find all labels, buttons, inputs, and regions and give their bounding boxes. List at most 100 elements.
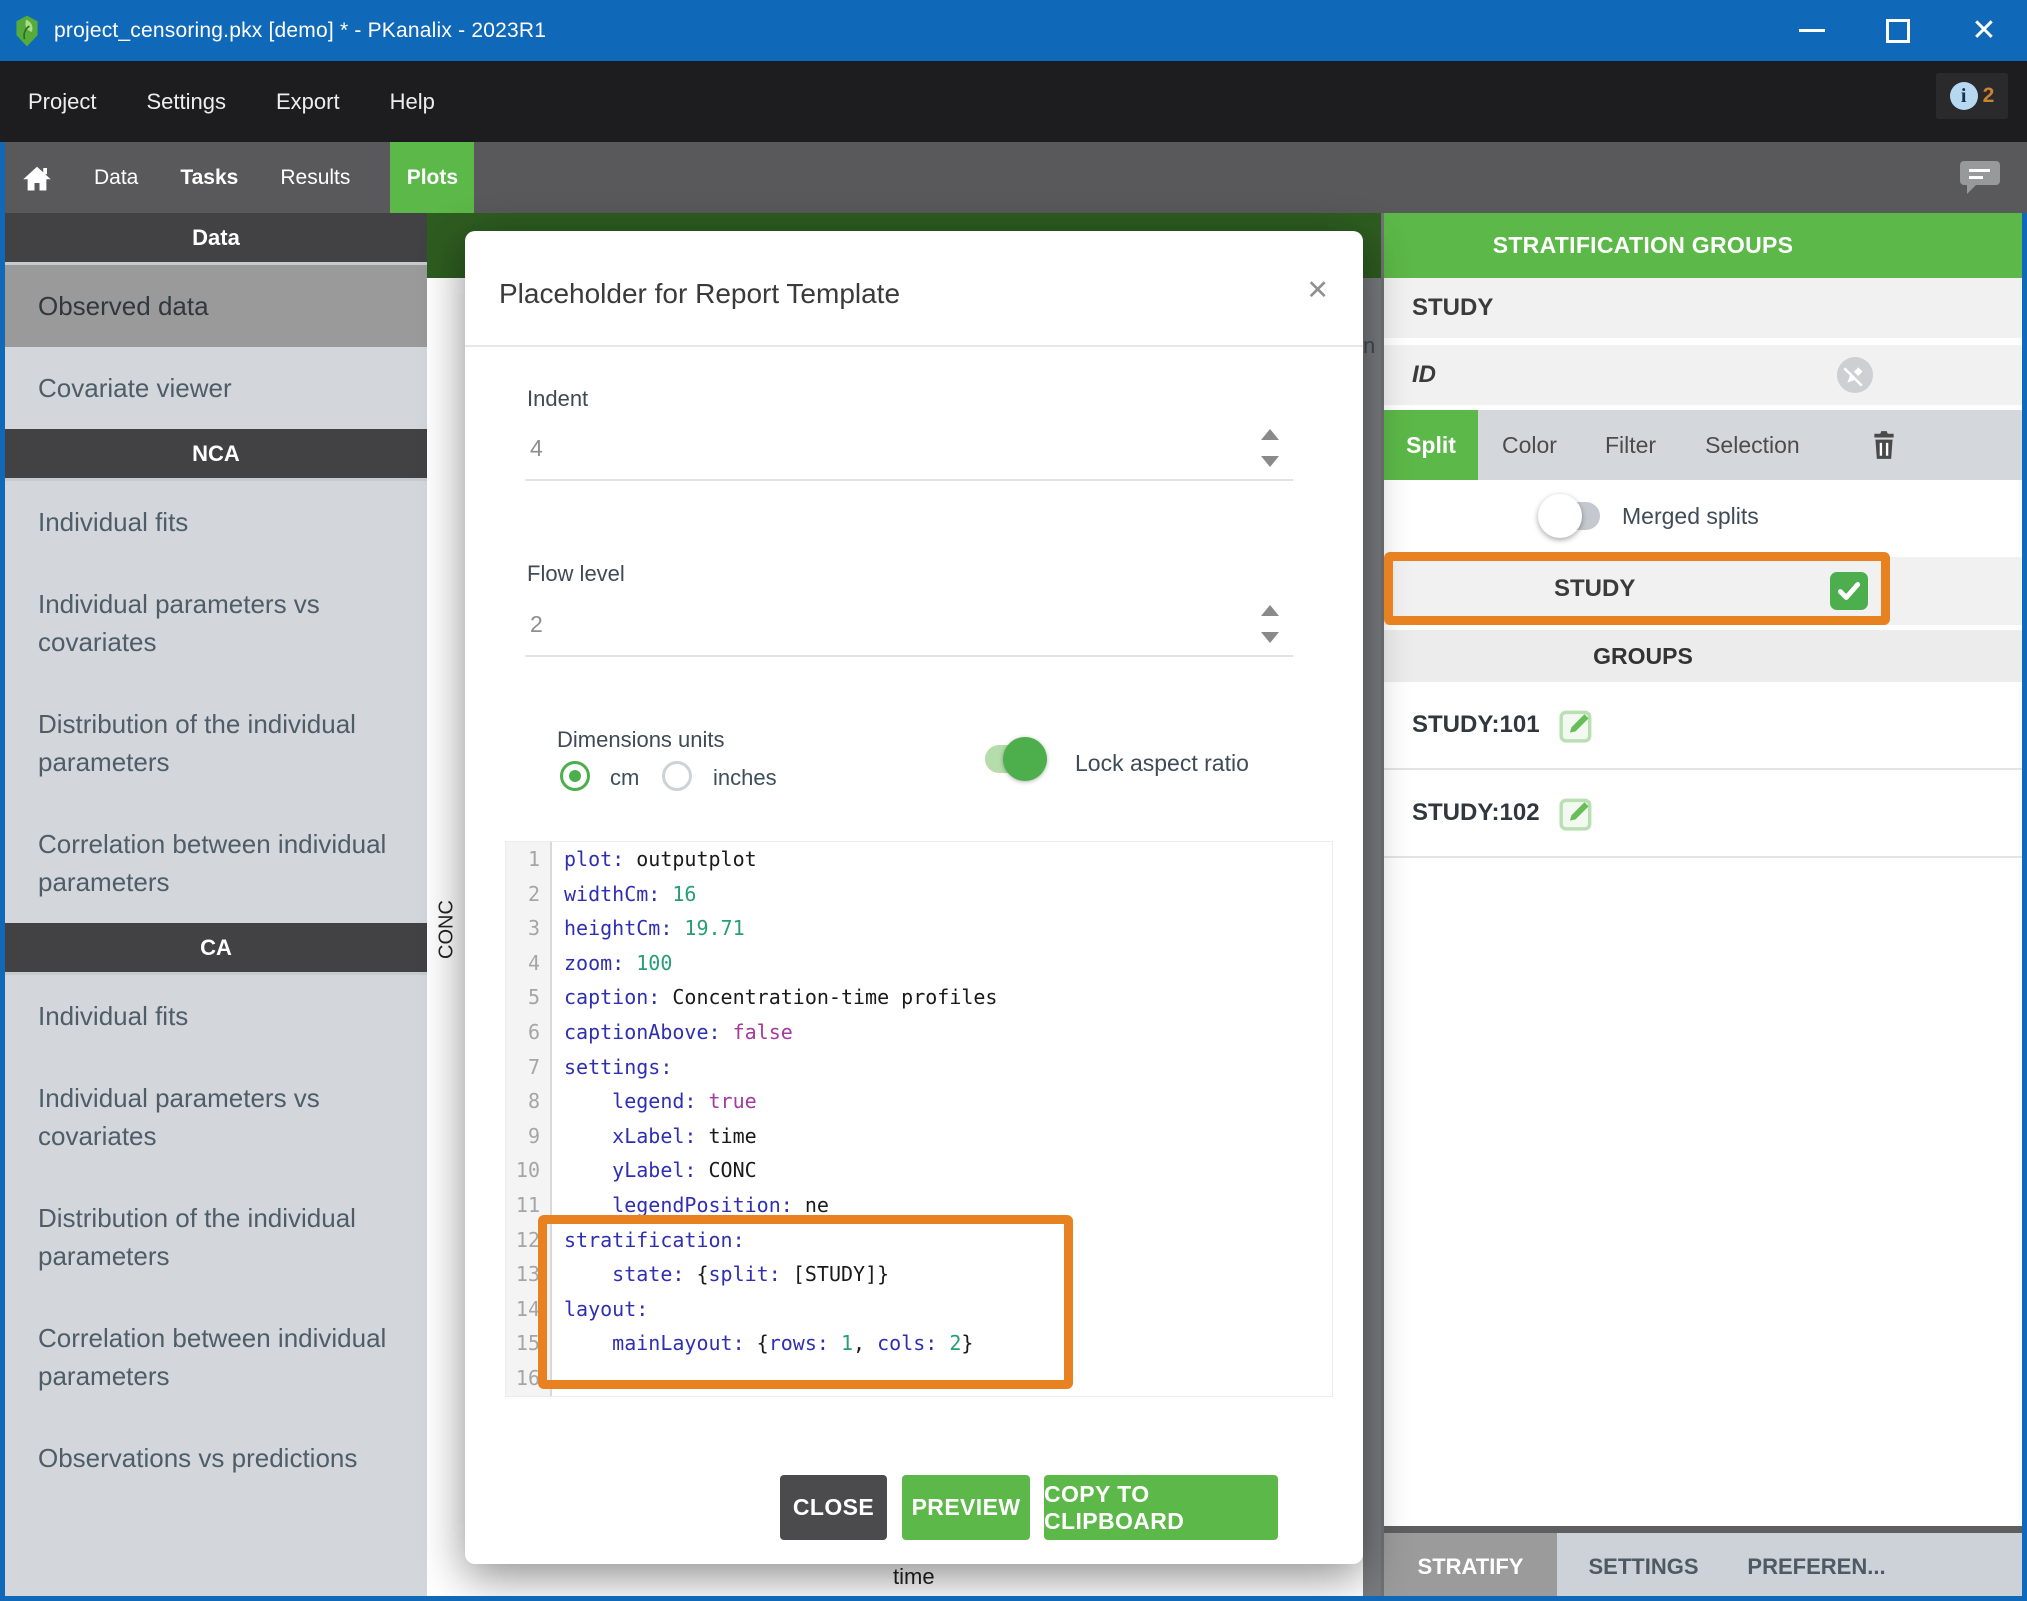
flow-level-label: Flow level <box>527 561 625 587</box>
flow-level-step-down-icon[interactable] <box>1261 632 1279 643</box>
indent-value[interactable]: 4 <box>530 435 543 462</box>
indent-step-down-icon[interactable] <box>1261 456 1279 467</box>
title-bar: project_censoring.pkx [demo] * - PKanali… <box>0 0 2027 61</box>
modal-title: Placeholder for Report Template <box>499 278 900 310</box>
line-number: 4 <box>506 946 552 981</box>
sidebar-item-correlation-between-individual-parameters[interactable]: Correlation between individual parameter… <box>5 1297 427 1417</box>
tab-plots[interactable]: Plots <box>390 142 474 213</box>
indent-stepper[interactable] <box>1261 429 1279 481</box>
edit-pencil-icon[interactable] <box>1558 706 1596 744</box>
indent-step-up-icon[interactable] <box>1261 429 1279 440</box>
flow-level-value[interactable]: 2 <box>530 611 543 638</box>
menu-bar-items: Project Settings Export Help <box>28 89 485 115</box>
minimize-button[interactable] <box>1769 0 1855 61</box>
code-token: 100 <box>624 951 672 975</box>
sidebar-item-distribution-of-the-individual-parameters[interactable]: Distribution of the individual parameter… <box>5 1177 427 1297</box>
footer-tab-settings[interactable]: SETTINGS <box>1557 1533 1730 1601</box>
sidebar-item-correlation-between-individual-parameters[interactable]: Correlation between individual parameter… <box>5 803 427 923</box>
sidebar-item-individual-fits[interactable]: Individual fits <box>5 481 427 563</box>
tab-tasks[interactable]: Tasks <box>180 166 238 190</box>
lock-aspect-ratio-toggle[interactable] <box>985 745 1043 773</box>
sidebar-section-header-ca: CA <box>5 923 427 975</box>
code-token <box>564 1193 612 1217</box>
workspace-scrollbar[interactable] <box>1363 278 1381 1596</box>
dimensions-units-label: Dimensions units <box>557 727 725 753</box>
maximize-button[interactable] <box>1855 0 1941 61</box>
flow-level-step-up-icon[interactable] <box>1261 605 1279 616</box>
line-number: 9 <box>506 1119 552 1154</box>
stratification-panel: STRATIFICATION GROUPS STUDY ID SplitColo… <box>1381 213 2022 1601</box>
sidebar-item-distribution-of-the-individual-parameters[interactable]: Distribution of the individual parameter… <box>5 683 427 803</box>
code-text: legend: true <box>552 1084 757 1119</box>
notification-count: 2 <box>1983 84 1995 108</box>
group-row-study-101[interactable]: STUDY:101 <box>1384 682 2022 770</box>
code-token: heightCm: <box>564 916 672 940</box>
home-icon[interactable] <box>22 163 52 193</box>
line-number: 5 <box>506 980 552 1015</box>
sidebar-item-covariate-viewer[interactable]: Covariate viewer <box>5 347 427 429</box>
code-token: legendPosition: <box>612 1193 793 1217</box>
menu-item-help[interactable]: Help <box>390 89 435 115</box>
trash-icon[interactable] <box>1871 430 1897 460</box>
radio-cm-label: cm <box>610 765 639 791</box>
footer-tab-preferen[interactable]: PREFEREN... <box>1730 1533 1903 1601</box>
modal-divider <box>465 345 1363 347</box>
edit-pencil-icon[interactable] <box>1558 794 1596 832</box>
sidebar-item-observations-vs-predictions[interactable]: Observations vs predictions <box>5 1417 427 1499</box>
sidebar-item-observed-data[interactable]: Observed data <box>5 265 427 347</box>
sidebar-item-individual-fits[interactable]: Individual fits <box>5 975 427 1057</box>
covariate-row-id[interactable]: ID <box>1384 345 2022 405</box>
sidebar: DataObserved dataCovariate viewerNCAIndi… <box>5 213 427 1601</box>
footer-tab-stratify[interactable]: STRATIFY <box>1384 1533 1557 1601</box>
tab-data[interactable]: Data <box>94 166 138 190</box>
code-text: plot: outputplot <box>552 842 757 877</box>
code-line: 8 legend: true <box>506 1084 1332 1119</box>
sidebar-item-individual-parameters-vs-covariates[interactable]: Individual parameters vs covariates <box>5 1057 427 1177</box>
chat-bubble-icon[interactable] <box>1958 158 2002 198</box>
group-row-study-102[interactable]: STUDY:102 <box>1384 770 2022 858</box>
code-token: captionAbove: <box>564 1020 721 1044</box>
radio-inches[interactable] <box>662 761 692 791</box>
line-number: 8 <box>506 1084 552 1119</box>
close-window-button[interactable]: ✕ <box>1941 0 2027 61</box>
stratify-tabs-items: Split Color Filter Selection <box>1384 410 1800 480</box>
code-token <box>564 1124 612 1148</box>
code-text: widthCm: 16 <box>552 877 696 912</box>
window-border-bottom <box>0 1596 2027 1601</box>
sidebar-item-individual-parameters-vs-covariates[interactable]: Individual parameters vs covariates <box>5 563 427 683</box>
merged-splits-toggle[interactable] <box>1542 502 1600 530</box>
radio-cm[interactable] <box>560 761 590 791</box>
flow-level-stepper[interactable] <box>1261 605 1279 657</box>
plot-y-axis-label: CONC <box>436 880 459 980</box>
code-line: 3 heightCm: 19.71 <box>506 911 1332 946</box>
stratify-tab-split[interactable]: Split <box>1384 410 1478 480</box>
stratify-tab-filter[interactable]: Filter <box>1605 432 1656 459</box>
code-token: 19.71 <box>672 916 744 940</box>
code-line: 6captionAbove: false <box>506 1015 1332 1050</box>
stratify-mode-tabs: Split Color Filter Selection <box>1384 410 2022 480</box>
copy-to-clipboard-button[interactable]: COPY TO CLIPBOARD <box>1044 1475 1278 1540</box>
stratify-tab-color[interactable]: Color <box>1502 432 1557 459</box>
menu-item-project[interactable]: Project <box>28 89 96 115</box>
plot-x-axis-label: time <box>893 1564 935 1590</box>
group-label: STUDY:102 <box>1412 799 1540 827</box>
sidebar-section-header-data: Data <box>5 213 427 265</box>
code-token: outputplot <box>624 847 756 871</box>
modal-close-button[interactable]: ✕ <box>1306 275 1329 306</box>
stratify-tab-selection[interactable]: Selection <box>1705 432 1800 459</box>
covariate-row-study[interactable]: STUDY <box>1384 278 2022 338</box>
menu-bar: Project Settings Export Help i 2 <box>0 61 2027 142</box>
clipped-text-fragment: n <box>1363 333 1375 359</box>
preview-button[interactable]: PREVIEW <box>902 1475 1030 1540</box>
app-logo-icon <box>14 14 40 48</box>
notifications-badge[interactable]: i 2 <box>1936 73 2008 119</box>
indent-label: Indent <box>527 386 588 412</box>
tab-results[interactable]: Results <box>280 166 350 190</box>
code-text: captionAbove: false <box>552 1015 793 1050</box>
line-number: 3 <box>506 911 552 946</box>
menu-item-settings[interactable]: Settings <box>146 89 226 115</box>
close-button[interactable]: CLOSE <box>780 1475 887 1540</box>
info-icon: i <box>1950 82 1978 110</box>
code-token: settings: <box>564 1055 672 1079</box>
menu-item-export[interactable]: Export <box>276 89 340 115</box>
